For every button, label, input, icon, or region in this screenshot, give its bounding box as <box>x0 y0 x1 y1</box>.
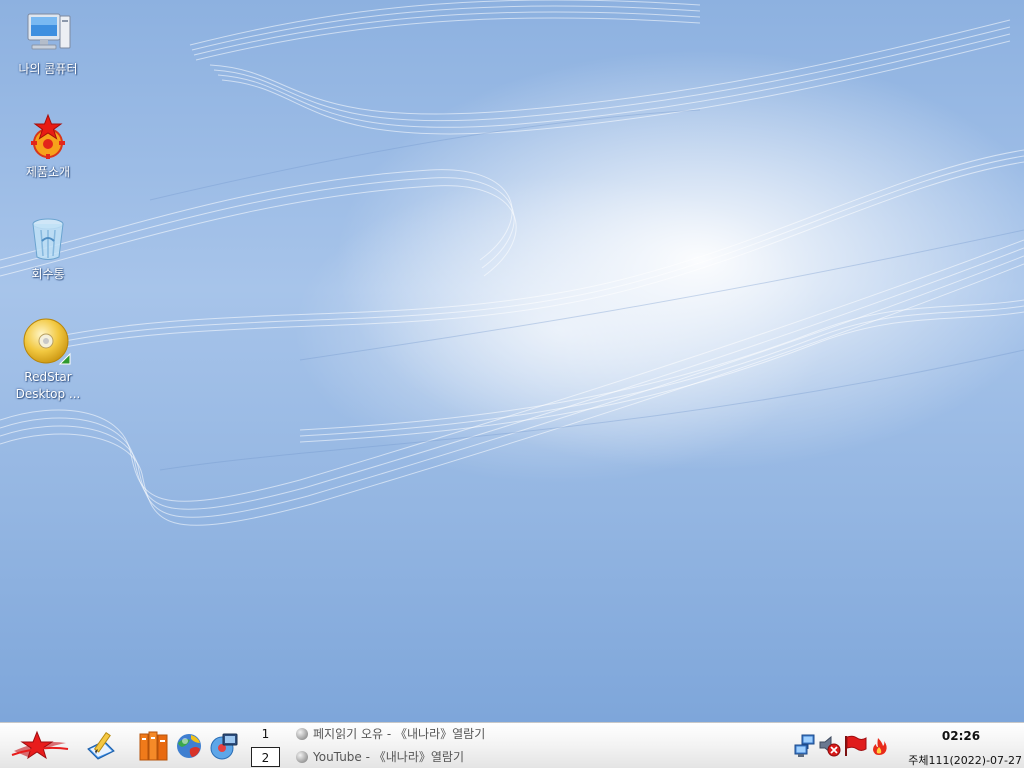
task-label: YouTube - 《내나라》열람기 <box>313 750 464 764</box>
cd-disc-icon <box>23 318 71 365</box>
recycle-bin-icon <box>32 218 64 260</box>
tray-network[interactable] <box>793 734 817 758</box>
red-star-start-icon <box>11 730 69 760</box>
tray-input-method[interactable] <box>843 734 867 758</box>
start-menu-button[interactable] <box>10 729 70 763</box>
task-label: 페지읽기 오유 - 《내나라》열람기 <box>313 727 486 741</box>
computer-icon <box>27 13 71 50</box>
taskbar: 1 2 페지읽기 오유 - 《내나라》열람기 YouTube - 《내나라》열람… <box>0 722 1024 768</box>
tray-volume[interactable] <box>818 734 842 758</box>
desktop-icon-redstar-desktop[interactable]: RedStar Desktop ... <box>0 318 96 403</box>
desktop-icon-label: 나의 콤퓨터 <box>18 62 78 76</box>
workspace-1-button[interactable]: 1 <box>251 724 280 744</box>
wallpaper-waves <box>0 0 1024 526</box>
workspace-2-button[interactable]: 2 <box>251 747 280 767</box>
desktop-icon-product-intro[interactable]: 제품소개 <box>0 113 96 181</box>
task-button-page-error[interactable]: 페지읽기 오유 - 《내나라》열람기 <box>296 724 488 744</box>
desktop-icon-label: 회수통 <box>31 267 65 281</box>
desktop[interactable]: 나의 콤퓨터 제품소개 회수통 RedStar Desktop ... <box>0 0 1024 722</box>
network-icon <box>794 734 815 757</box>
desktop-icon-label: RedStar Desktop ... <box>15 370 81 401</box>
media-player-icon <box>210 733 238 760</box>
books-icon <box>139 731 168 761</box>
launcher-notepad[interactable] <box>84 729 118 763</box>
launcher-browser[interactable] <box>172 729 206 763</box>
task-status-icon <box>296 751 308 763</box>
red-fire-icon <box>873 738 887 755</box>
launcher-media-player[interactable] <box>207 729 241 763</box>
desktop-icon-recycle-bin[interactable]: 회수통 <box>0 215 96 283</box>
task-status-icon <box>296 728 308 740</box>
red-flag-icon <box>845 735 867 756</box>
desktop-icon-label: 제품소개 <box>25 165 71 179</box>
launcher-books[interactable] <box>137 729 171 763</box>
red-star-product-icon <box>31 113 65 159</box>
desktop-icon-my-computer[interactable]: 나의 콤퓨터 <box>0 10 96 78</box>
speaker-muted-icon <box>819 735 841 757</box>
task-button-youtube[interactable]: YouTube - 《내나라》열람기 <box>296 747 488 767</box>
clock-date[interactable]: 주체111(2022)-07-27 <box>900 752 1022 768</box>
tray-updater[interactable] <box>868 734 892 758</box>
notepad-pencil-icon <box>87 731 115 760</box>
globe-browser-icon <box>177 734 201 758</box>
clock-time[interactable]: 02:26 <box>921 729 1001 743</box>
